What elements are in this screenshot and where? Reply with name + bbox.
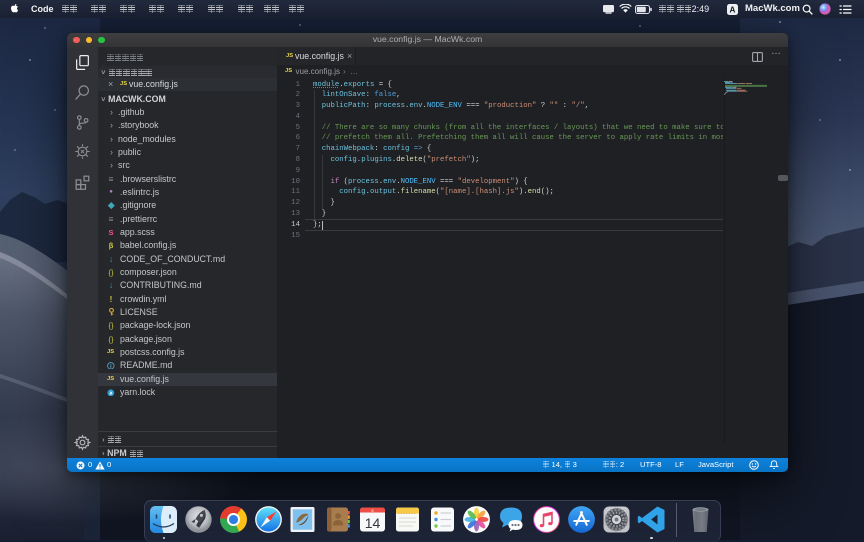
svg-text:A: A: [730, 5, 736, 14]
svg-text:14: 14: [365, 515, 381, 531]
